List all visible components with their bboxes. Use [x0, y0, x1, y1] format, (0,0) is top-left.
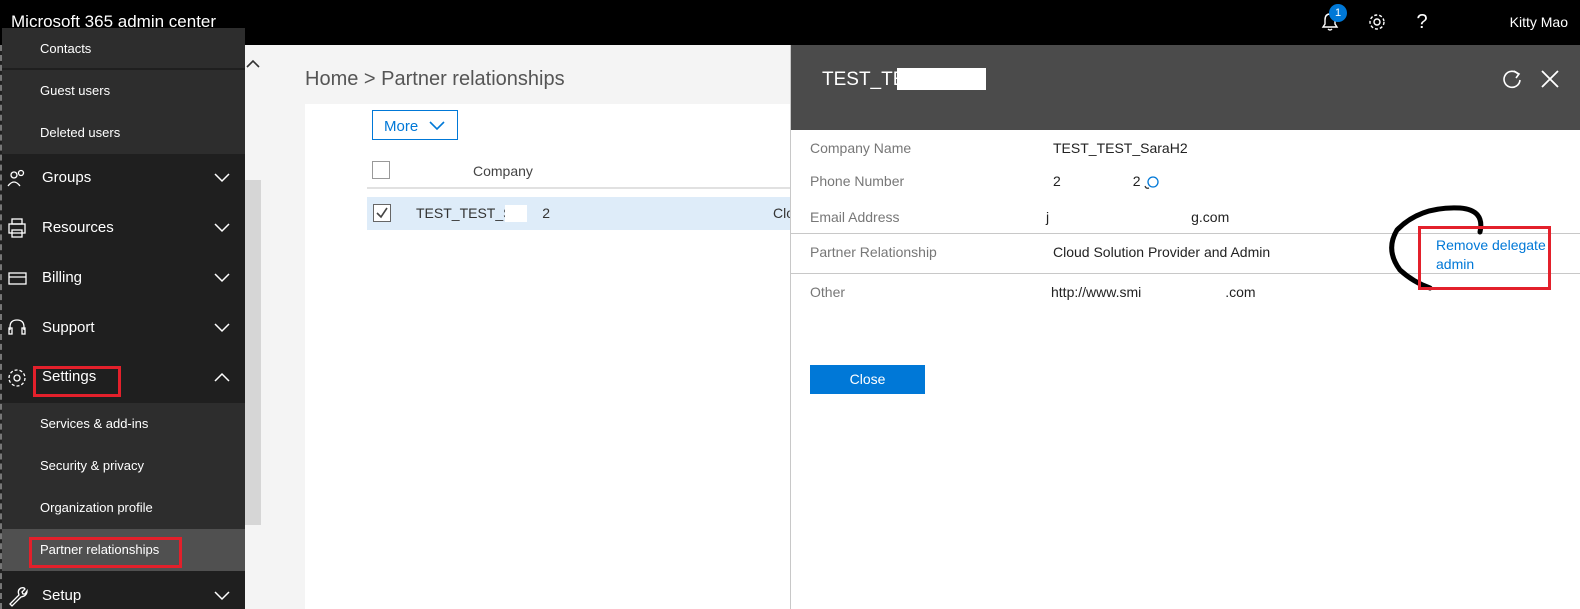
gear-icon[interactable]	[1365, 10, 1389, 34]
chevron-up-icon[interactable]	[246, 58, 260, 70]
gear-icon	[8, 369, 26, 387]
company-name-label: Company Name	[810, 140, 912, 156]
partner-relationship-value: Cloud Solution Provider and Admin	[1053, 244, 1271, 260]
sidebar-item-resources[interactable]: Resources	[2, 203, 245, 253]
phone-prefix: 2	[1053, 173, 1061, 189]
close-icon[interactable]	[1538, 67, 1562, 91]
sidebar-item-support[interactable]: Support	[2, 303, 245, 353]
headset-icon	[8, 319, 26, 335]
sidebar-item-label: Billing	[42, 269, 83, 286]
skype-call-icon[interactable]	[1143, 174, 1161, 190]
sidebar-item-label: Groups	[42, 169, 92, 186]
refresh-icon[interactable]	[1500, 67, 1524, 91]
redaction	[897, 68, 986, 90]
sidebar-item-label: Setup	[42, 587, 82, 604]
more-button[interactable]: More	[372, 110, 458, 140]
row-company-name: TEST_TEST_Sa 2	[416, 205, 550, 221]
remove-delegate-highlight	[1418, 226, 1551, 290]
close-button[interactable]: Close	[810, 365, 925, 394]
chevron-down-icon	[214, 173, 230, 183]
wrench-icon	[9, 587, 28, 607]
sidebar-item-security-privacy[interactable]: Security & privacy	[2, 445, 245, 487]
row-company-suffix: 2	[542, 205, 551, 221]
breadcrumb: Home > Partner relationships	[305, 68, 565, 90]
email-suffix: g.com	[1191, 209, 1230, 225]
column-header-company[interactable]: Company	[473, 163, 533, 179]
partner-relationship-label: Partner Relationship	[810, 244, 937, 260]
email-address-label: Email Address	[810, 209, 900, 225]
chevron-down-icon	[214, 323, 230, 333]
settings-highlight	[33, 366, 121, 397]
sidebar-item-services-add-ins[interactable]: Services & add-ins	[2, 403, 245, 445]
sidebar: Contacts Guest users Deleted users Group…	[0, 28, 245, 609]
sidebar-item-setup[interactable]: Setup	[2, 571, 245, 609]
company-name-value: TEST_TEST_SaraH2	[1053, 140, 1188, 156]
chevron-down-icon	[214, 591, 230, 601]
notification-badge: 1	[1329, 4, 1347, 22]
sidebar-item-label: Resources	[42, 219, 114, 236]
row-checkbox[interactable]	[373, 204, 391, 222]
sidebar-item-groups[interactable]: Groups	[2, 153, 245, 203]
header-divider	[367, 187, 795, 189]
email-address-value: j g.com	[1046, 209, 1229, 225]
chevron-down-icon	[429, 121, 445, 131]
sidebar-item-contacts[interactable]: Contacts	[2, 28, 245, 68]
sidebar-item-billing[interactable]: Billing	[2, 253, 245, 303]
other-suffix: .com	[1225, 284, 1256, 300]
phone-number-value: 22	[1053, 173, 1141, 189]
sidebar-item-label: Support	[42, 319, 95, 336]
chevron-up-icon	[214, 372, 230, 382]
sidebar-item-deleted-users[interactable]: Deleted users	[2, 112, 245, 154]
other-value: http://www.smi .com	[1051, 284, 1256, 300]
main-card	[305, 104, 795, 609]
other-label: Other	[810, 284, 846, 300]
partner-relationships-highlight	[29, 537, 182, 568]
sidebar-scrollbar[interactable]	[245, 180, 261, 525]
select-all-checkbox[interactable]	[372, 161, 390, 179]
phone-number-label: Phone Number	[810, 173, 905, 189]
groups-icon	[7, 169, 25, 187]
other-prefix: http://www.smi	[1051, 284, 1142, 300]
credit-card-icon	[8, 272, 27, 285]
user-name[interactable]: Kitty Mao	[1510, 14, 1568, 30]
chevron-down-icon	[214, 273, 230, 283]
sidebar-item-guest-users[interactable]: Guest users	[2, 70, 245, 112]
chevron-down-icon	[214, 223, 230, 233]
check-icon	[376, 207, 388, 219]
phone-suffix: 2	[1132, 173, 1141, 189]
more-button-label: More	[384, 118, 419, 135]
sidebar-item-organization-profile[interactable]: Organization profile	[2, 487, 245, 529]
help-icon[interactable]: ?	[1410, 10, 1434, 34]
redaction	[505, 205, 527, 222]
printer-icon	[8, 218, 26, 238]
email-prefix: j	[1046, 209, 1050, 225]
